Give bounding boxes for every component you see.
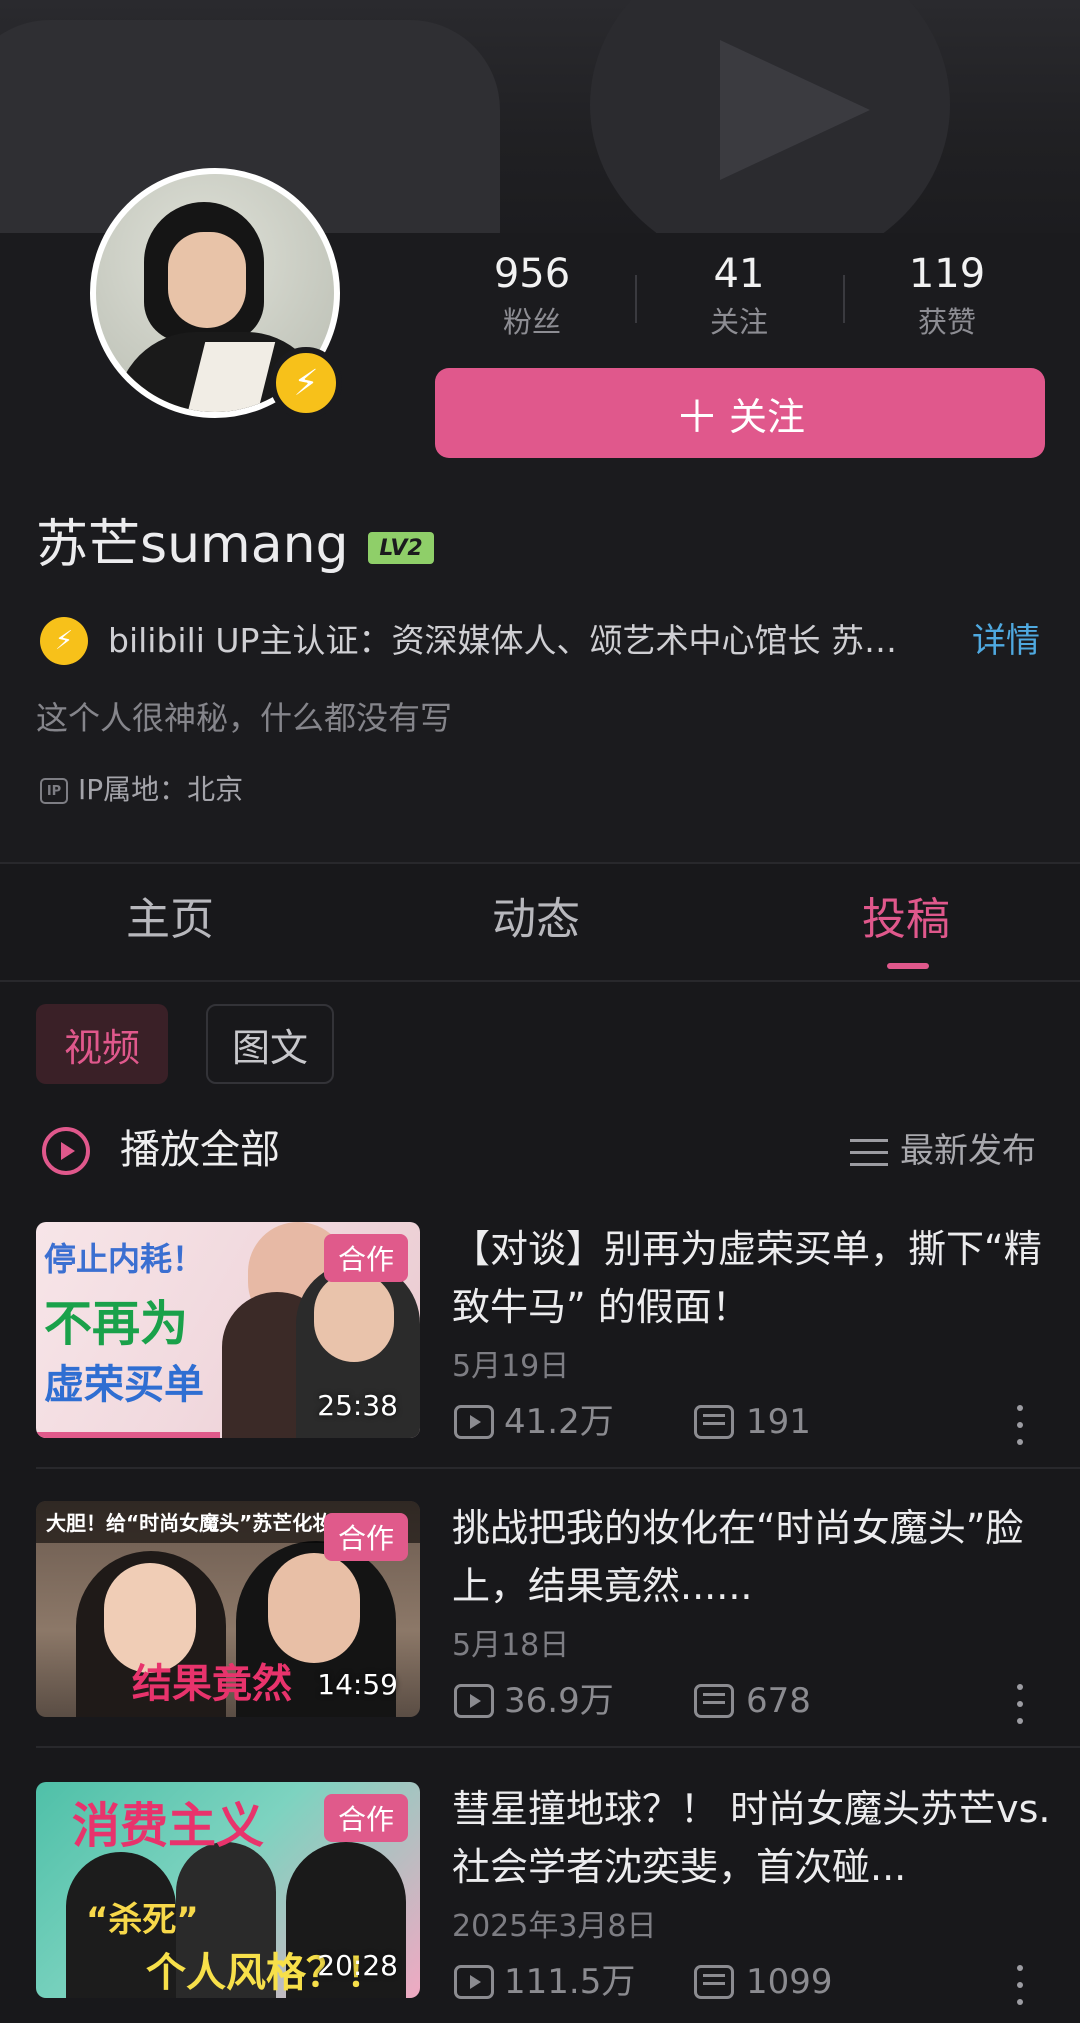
sort-dropdown[interactable]: 最新发布 bbox=[900, 1126, 1036, 1176]
more-options-icon[interactable] bbox=[1008, 1965, 1032, 2005]
video-title[interactable]: 【对谈】别再为虚荣买单，撕下“精致牛马” 的假面！ bbox=[452, 1220, 1052, 1336]
collab-tag: 合作 bbox=[324, 1234, 408, 1282]
play-count-icon bbox=[454, 1965, 494, 1999]
video-duration: 20:28 bbox=[317, 1949, 398, 1982]
stat-value: 119 bbox=[908, 251, 986, 297]
video-thumbnail[interactable]: 大胆！给“时尚女魔头”苏芒化妆 结果竟然 合作 14:59 bbox=[36, 1501, 420, 1717]
ip-location-text: IP属地：北京 bbox=[78, 773, 244, 806]
stat-value: 41 bbox=[713, 251, 765, 297]
video-views: 41.2万 bbox=[504, 1402, 614, 1442]
stat-label: 获赞 bbox=[917, 305, 976, 339]
stat-likes[interactable]: 119 获赞 bbox=[872, 250, 1022, 342]
video-duration: 25:38 bbox=[317, 1389, 398, 1422]
watch-progress-bar bbox=[36, 1432, 221, 1438]
video-title[interactable]: 彗星撞地球？！ 时尚女魔头苏芒vs.社会学者沈奕斐，首次碰... bbox=[452, 1780, 1052, 1896]
stat-label: 粉丝 bbox=[502, 305, 561, 339]
video-list-item[interactable]: 大胆！给“时尚女魔头”苏芒化妆 结果竟然 合作 14:59 挑战把我的妆化在“时… bbox=[0, 1501, 1080, 1731]
danmaku-icon bbox=[694, 1965, 734, 1999]
thumbnail-caption: “杀死” bbox=[86, 1900, 199, 1940]
tabs-divider bbox=[0, 980, 1080, 982]
tab-home[interactable]: 主页 bbox=[126, 890, 214, 950]
video-views: 36.9万 bbox=[504, 1681, 614, 1721]
video-list-item[interactable]: 停止内耗！ 不再为 虚荣买单 合作 25:38 【对谈】别再为虚荣买单，撕下“精… bbox=[0, 1222, 1080, 1452]
banner-play-shape bbox=[720, 40, 870, 180]
verification-text: bilibili UP主认证：资深媒体人、颂艺术中心馆长 苏… bbox=[108, 621, 897, 660]
thumbnail-caption: 不再为 bbox=[44, 1296, 189, 1352]
video-list-item[interactable]: 消费主义 “杀死” 个人风格？！ 合作 20:28 彗星撞地球？！ 时尚女魔头苏… bbox=[0, 1782, 1080, 2012]
follow-button[interactable]: ＋ 关注 bbox=[435, 368, 1045, 458]
danmaku-icon bbox=[694, 1405, 734, 1439]
tab-uploads[interactable]: 投稿 bbox=[862, 890, 950, 950]
sort-list-icon[interactable] bbox=[850, 1139, 888, 1167]
thumbnail-caption: 大胆！给“时尚女魔头”苏芒化妆 bbox=[46, 1511, 333, 1535]
filter-video[interactable]: 视频 bbox=[36, 1004, 168, 1084]
thumbnail-caption: 停止内耗！ bbox=[44, 1240, 205, 1278]
play-all-button[interactable]: 播放全部 bbox=[120, 1122, 280, 1178]
video-title[interactable]: 挑战把我的妆化在“时尚女魔头”脸上，结果竟然...... bbox=[452, 1499, 1052, 1615]
stat-label: 关注 bbox=[709, 305, 768, 339]
video-date: 5月19日 bbox=[452, 1349, 570, 1384]
thumbnail-caption: 结果竟然 bbox=[132, 1661, 292, 1707]
collab-tag: 合作 bbox=[324, 1513, 408, 1561]
bio-text: 这个人很神秘，什么都没有写 bbox=[36, 699, 453, 737]
video-date: 2025年3月8日 bbox=[452, 1909, 657, 1944]
video-thumbnail[interactable]: 停止内耗！ 不再为 虚荣买单 合作 25:38 bbox=[36, 1222, 420, 1438]
more-options-icon[interactable] bbox=[1008, 1684, 1032, 1724]
play-circle-icon[interactable] bbox=[42, 1127, 90, 1175]
list-divider bbox=[36, 1467, 1080, 1469]
section-divider bbox=[0, 862, 1080, 864]
verified-lightning-icon: ⚡ bbox=[40, 617, 88, 665]
plus-icon: ＋ bbox=[674, 393, 719, 442]
list-divider bbox=[36, 1746, 1080, 1748]
video-danmaku-count: 191 bbox=[746, 1402, 811, 1442]
video-thumbnail[interactable]: 消费主义 “杀死” 个人风格？！ 合作 20:28 bbox=[36, 1782, 420, 1998]
thumbnail-caption: 虚荣买单 bbox=[44, 1362, 204, 1408]
stat-divider bbox=[635, 275, 637, 323]
follow-button-label: 关注 bbox=[728, 396, 805, 439]
stat-fans[interactable]: 956 粉丝 bbox=[457, 250, 607, 342]
video-duration: 14:59 bbox=[317, 1668, 398, 1701]
tab-dynamics[interactable]: 动态 bbox=[492, 890, 580, 950]
filter-article[interactable]: 图文 bbox=[206, 1004, 334, 1084]
verification-detail-link[interactable]: 详情 bbox=[972, 617, 1040, 665]
collab-tag: 合作 bbox=[324, 1794, 408, 1842]
play-count-icon bbox=[454, 1405, 494, 1439]
stat-value: 956 bbox=[493, 251, 571, 297]
username: 苏芒sumang bbox=[36, 515, 349, 575]
video-views: 111.5万 bbox=[504, 1962, 636, 2002]
lightning-badge-icon: ⚡ bbox=[270, 347, 342, 419]
danmaku-icon bbox=[694, 1684, 734, 1718]
thumbnail-caption: 消费主义 bbox=[72, 1798, 265, 1854]
video-date: 5月18日 bbox=[452, 1628, 570, 1663]
video-danmaku-count: 678 bbox=[746, 1681, 811, 1721]
ip-location-icon: IP bbox=[40, 778, 68, 804]
stat-following[interactable]: 41 关注 bbox=[664, 250, 814, 342]
video-danmaku-count: 1099 bbox=[746, 1962, 833, 2002]
more-options-icon[interactable] bbox=[1008, 1405, 1032, 1445]
stat-divider bbox=[843, 275, 845, 323]
active-tab-indicator bbox=[887, 963, 929, 969]
level-badge: LV2 bbox=[368, 532, 434, 564]
play-count-icon bbox=[454, 1684, 494, 1718]
